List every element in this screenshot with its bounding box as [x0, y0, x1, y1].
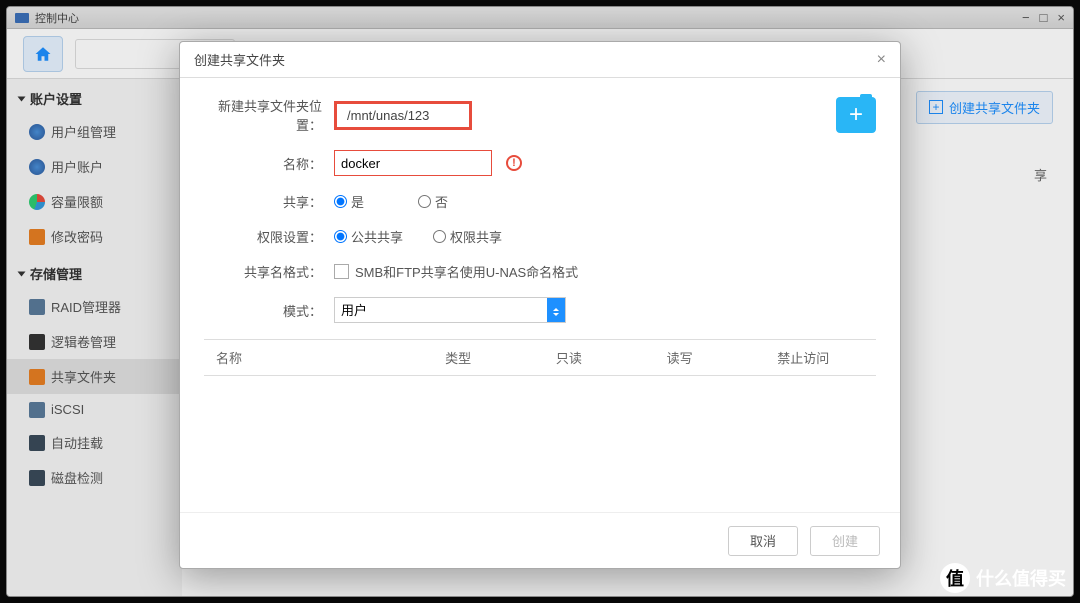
add-folder-button[interactable]: +	[836, 97, 876, 133]
perm-label: 权限设置：	[204, 227, 334, 246]
path-label: 新建共享文件夹位置：	[204, 96, 334, 134]
share-label: 共享：	[204, 192, 334, 211]
naming-checkbox[interactable]: SMB和FTP共享名使用U-NAS命名格式	[334, 262, 578, 281]
modal-header: 创建共享文件夹 ×	[180, 42, 900, 78]
path-value: /mnt/unas/123	[334, 101, 472, 130]
col-deny: 禁止访问	[765, 348, 876, 367]
mode-label: 模式：	[204, 301, 334, 320]
col-name: 名称	[204, 348, 433, 367]
perm-private-radio[interactable]: 权限共享	[433, 227, 502, 246]
cancel-button[interactable]: 取消	[728, 526, 798, 556]
mode-select[interactable]: 用户	[334, 297, 566, 323]
watermark-logo: 值	[940, 563, 970, 593]
create-share-modal: 创建共享文件夹 × 新建共享文件夹位置： /mnt/unas/123 + 名称：…	[179, 41, 901, 569]
modal-overlay: 创建共享文件夹 × 新建共享文件夹位置： /mnt/unas/123 + 名称：…	[7, 7, 1073, 596]
error-icon: !	[506, 155, 522, 171]
col-type: 类型	[433, 348, 544, 367]
perm-public-radio[interactable]: 公共共享	[334, 227, 403, 246]
perm-table-header: 名称 类型 只读 读写 禁止访问	[204, 339, 876, 376]
share-yes-radio[interactable]: 是	[334, 192, 364, 211]
modal-title: 创建共享文件夹	[194, 50, 285, 69]
watermark: 值 什么值得买	[940, 563, 1066, 593]
main-window: 控制中心 − □ × 账户设置 用户组管理 用户账户 容量限额 修改密码 存储管…	[6, 6, 1074, 597]
naming-label: 共享名格式：	[204, 262, 334, 281]
create-button[interactable]: 创建	[810, 526, 880, 556]
name-label: 名称：	[204, 154, 334, 173]
checkbox-icon	[334, 264, 349, 279]
col-readwrite: 读写	[655, 348, 766, 367]
name-input[interactable]	[334, 150, 492, 176]
share-no-radio[interactable]: 否	[418, 192, 448, 211]
col-readonly: 只读	[544, 348, 655, 367]
modal-close-button[interactable]: ×	[877, 51, 886, 69]
